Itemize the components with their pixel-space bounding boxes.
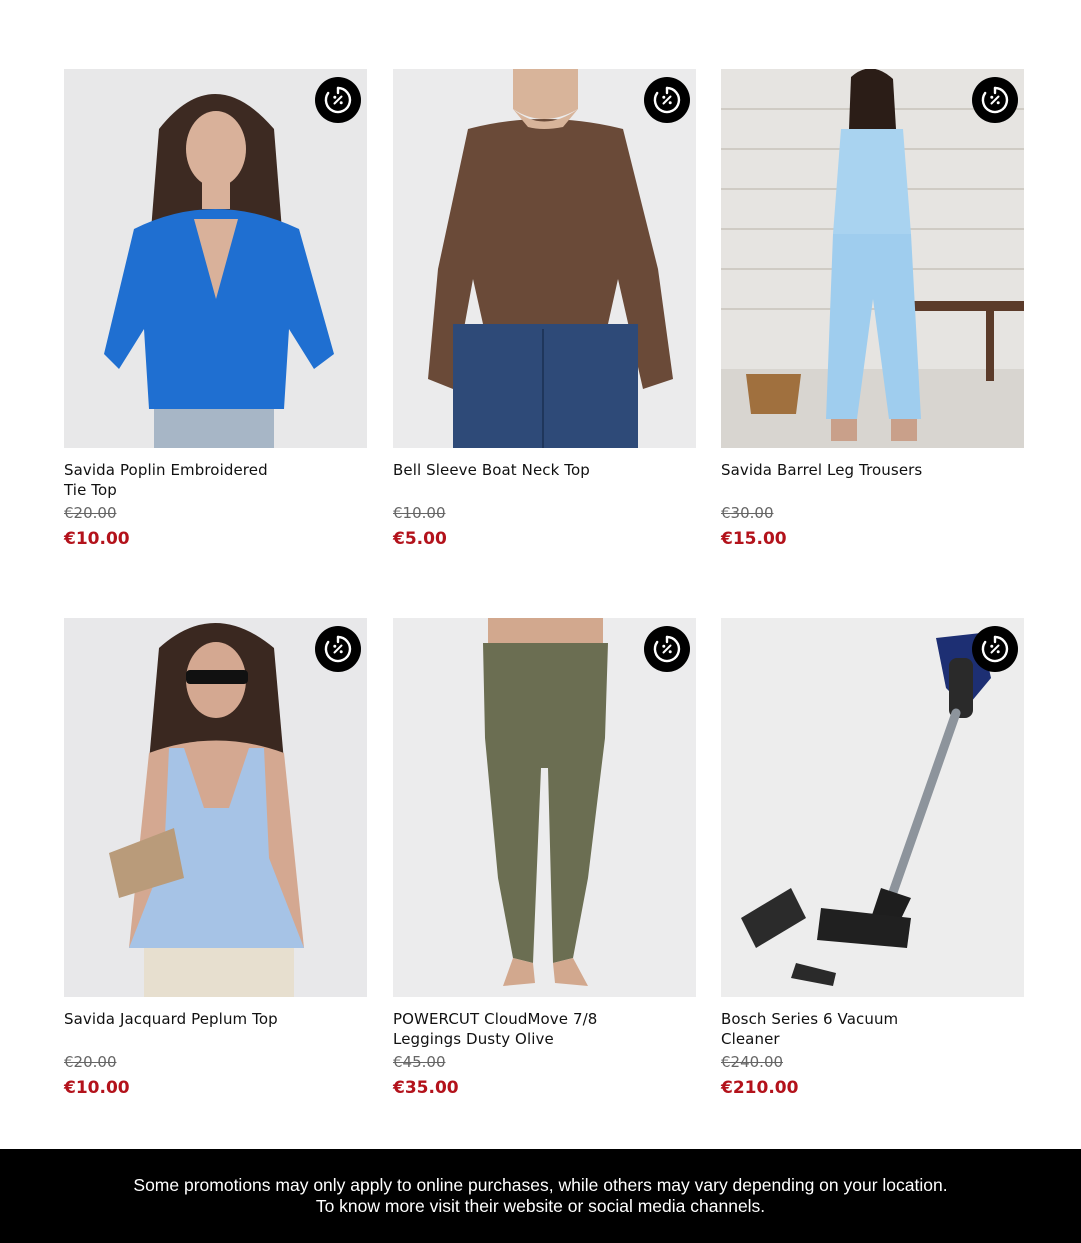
model-blue-top-illustration [104,94,334,448]
sale-price: €10.00 [64,1078,130,1098]
product-title[interactable]: POWERCUT CloudMove 7/8 Leggings Dusty Ol… [393,1009,623,1049]
model-brown-top-illustration [428,69,673,448]
sale-price: €35.00 [393,1078,459,1098]
promo-percent-icon[interactable] [972,626,1018,672]
promo-percent-icon[interactable] [972,77,1018,123]
product-image[interactable] [721,618,1024,997]
promo-percent-icon[interactable] [315,77,361,123]
product-card[interactable]: Bell Sleeve Boat Neck Top €10.00 €5.00 [393,69,696,549]
model-peplum-top-illustration [109,623,304,997]
disclaimer-line-2: To know more visit their website or soci… [315,1196,766,1216]
product-card[interactable]: Savida Barrel Leg Trousers €30.00 €15.00 [721,69,1024,549]
original-price: €240.00 [721,1053,784,1071]
original-price: €20.00 [64,504,117,522]
product-image[interactable] [393,69,696,448]
model-blue-trousers-illustration [721,69,1024,448]
product-title[interactable]: Bosch Series 6 Vacuum Cleaner [721,1009,951,1049]
sale-price: €210.00 [721,1078,799,1098]
promo-disclaimer-banner: Some promotions may only apply to online… [0,1149,1081,1243]
disclaimer-line-1: Some promotions may only apply to online… [133,1175,948,1195]
sale-price: €10.00 [64,529,130,549]
product-card[interactable]: Bosch Series 6 Vacuum Cleaner €240.00 €2… [721,618,1024,1098]
vacuum-cleaner-illustration [741,633,991,986]
promo-percent-icon[interactable] [644,77,690,123]
product-image[interactable] [721,69,1024,448]
product-image[interactable] [64,618,367,997]
original-price: €20.00 [64,1053,117,1071]
original-price: €30.00 [721,504,774,522]
product-title[interactable]: Savida Barrel Leg Trousers [721,460,951,480]
product-title[interactable]: Savida Jacquard Peplum Top [64,1009,294,1029]
product-title[interactable]: Bell Sleeve Boat Neck Top [393,460,623,480]
product-title[interactable]: Savida Poplin Embroidered Tie Top [64,460,294,500]
olive-leggings-illustration [483,618,608,986]
promo-percent-icon[interactable] [315,626,361,672]
original-price: €10.00 [393,504,446,522]
product-image[interactable] [64,69,367,448]
original-price: €45.00 [393,1053,446,1071]
sale-price: €15.00 [721,529,787,549]
product-image[interactable] [393,618,696,997]
product-card[interactable]: Savida Poplin Embroidered Tie Top €20.00… [64,69,367,549]
product-card[interactable]: POWERCUT CloudMove 7/8 Leggings Dusty Ol… [393,618,696,1098]
promo-percent-icon[interactable] [644,626,690,672]
sale-price: €5.00 [393,529,447,549]
product-card[interactable]: Savida Jacquard Peplum Top €20.00 €10.00 [64,618,367,1098]
